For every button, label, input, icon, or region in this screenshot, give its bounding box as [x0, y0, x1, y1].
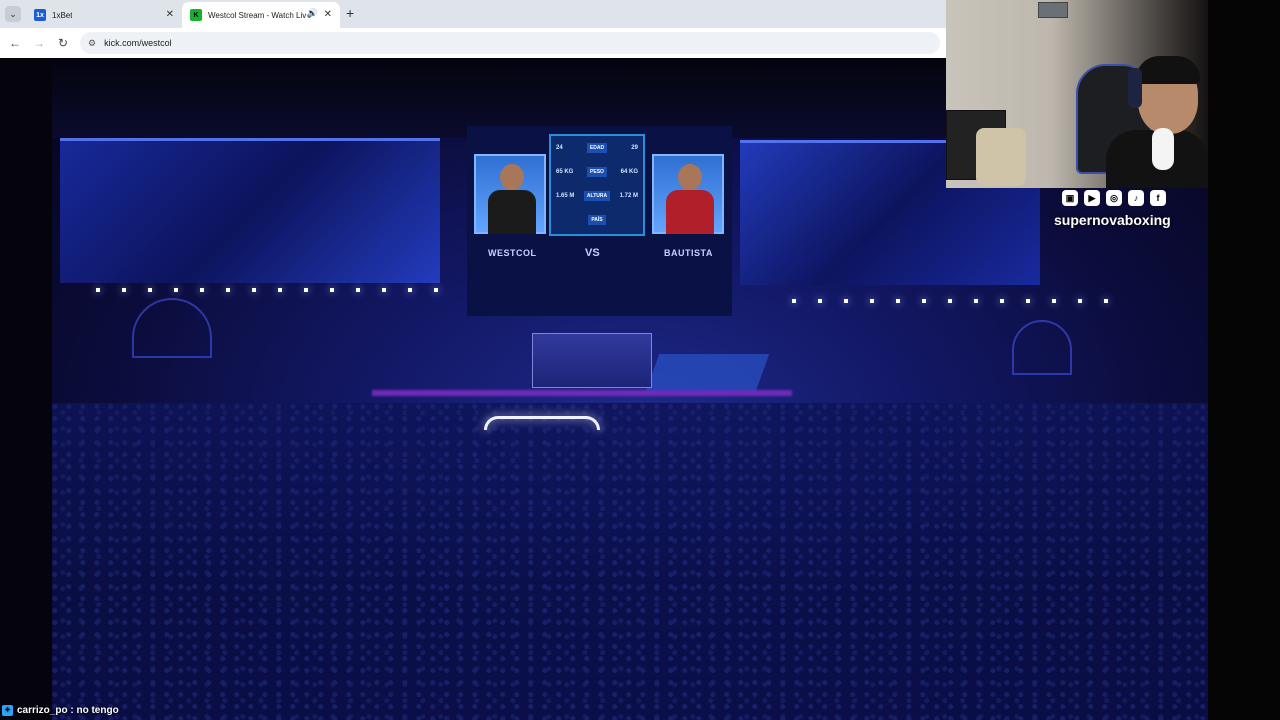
chat-username: carrizo_po — [17, 704, 68, 716]
site-info-icon[interactable]: ⚙ — [88, 38, 96, 49]
back-arrow-icon[interactable]: ← — [6, 34, 24, 52]
tiktok-icon: ♪ — [1128, 190, 1144, 206]
fighter-portrait-right — [652, 154, 724, 234]
versus-label: VS — [585, 247, 600, 259]
entrance-runway — [644, 354, 770, 394]
reload-icon[interactable]: ↻ — [54, 34, 72, 52]
facebook-icon: f — [1150, 190, 1166, 206]
stat-row: PAÍS — [551, 208, 643, 232]
stage-edge-glow — [372, 390, 792, 396]
kick-favicon-icon: K — [190, 9, 202, 21]
speaker-icon[interactable]: 🔊 — [307, 8, 318, 19]
chat-message: ✦ carrizo_po : no tengo — [2, 702, 119, 718]
stage-lights-left — [96, 288, 446, 292]
light-arch-left — [132, 298, 212, 358]
fighter-name-left: WESTCOL — [488, 248, 537, 258]
social-icons: ▣ ▶ ◎ ♪ f — [1062, 190, 1172, 208]
forward-arrow-icon[interactable]: → — [30, 34, 48, 52]
url-text: kick.com/westcol — [104, 38, 172, 48]
webcam-feed — [946, 0, 1208, 188]
close-icon[interactable]: ✕ — [324, 9, 332, 20]
streamer-hair — [1136, 56, 1200, 84]
crowd — [52, 403, 1228, 720]
chevron-down-icon[interactable]: ⌄ — [5, 6, 21, 22]
stat-row: 24 EDAD 29 — [556, 143, 638, 153]
close-icon[interactable]: ✕ — [166, 9, 174, 20]
instagram-icon: ◎ — [1106, 190, 1122, 206]
social-handle: supernovaboxing — [1054, 212, 1171, 228]
right-border — [1208, 0, 1280, 720]
1xbet-favicon-icon: 1x — [34, 9, 46, 21]
tale-of-the-tape: 24 EDAD 29 65 KG PESO 64 KG 1.65 M ALTUR… — [549, 134, 645, 236]
microphone — [1152, 128, 1174, 170]
fighter-name-right: BAUTISTA — [664, 248, 713, 258]
light-arch-right — [1012, 320, 1072, 375]
headset — [1128, 68, 1142, 108]
stat-row: 65 KG PESO 64 KG — [556, 167, 638, 177]
led-screen-left — [60, 138, 440, 283]
youtube-icon: ▶ — [1084, 190, 1100, 206]
address-bar[interactable]: ⚙ kick.com/westcol — [80, 32, 940, 54]
pillow — [976, 128, 1026, 186]
wall-picture — [1038, 2, 1068, 18]
screen: ⌄ 1x 1xBet ✕ K Westcol Stream - Watch Li… — [0, 0, 1280, 720]
navigation-bar: ← → ↻ ⚙ kick.com/westcol — [0, 28, 946, 58]
boxing-ring — [532, 333, 652, 388]
chat-text: no tengo — [76, 704, 119, 716]
tab-strip: ⌄ 1x 1xBet ✕ K Westcol Stream - Watch Li… — [0, 0, 946, 28]
fighter-portrait-left — [474, 154, 546, 234]
halo-light-rig — [484, 416, 600, 430]
plus-icon[interactable]: + — [346, 6, 354, 20]
stage-lights-right — [792, 299, 1112, 303]
browser-window: ⌄ 1x 1xBet ✕ K Westcol Stream - Watch Li… — [0, 0, 946, 58]
stat-row: 1.65 M ALTURA 1.72 M — [556, 191, 638, 201]
tab-title: 1xBet — [52, 10, 73, 20]
tab-1xbet[interactable]: 1x 1xBet ✕ — [26, 2, 182, 28]
tab-title: Westcol Stream - Watch Liv — [208, 10, 307, 20]
tab-westcol-stream[interactable]: K Westcol Stream - Watch Liv 🔊 ✕ — [182, 2, 340, 28]
twitch-icon: ▣ — [1062, 190, 1078, 206]
user-badge-icon: ✦ — [2, 704, 13, 716]
